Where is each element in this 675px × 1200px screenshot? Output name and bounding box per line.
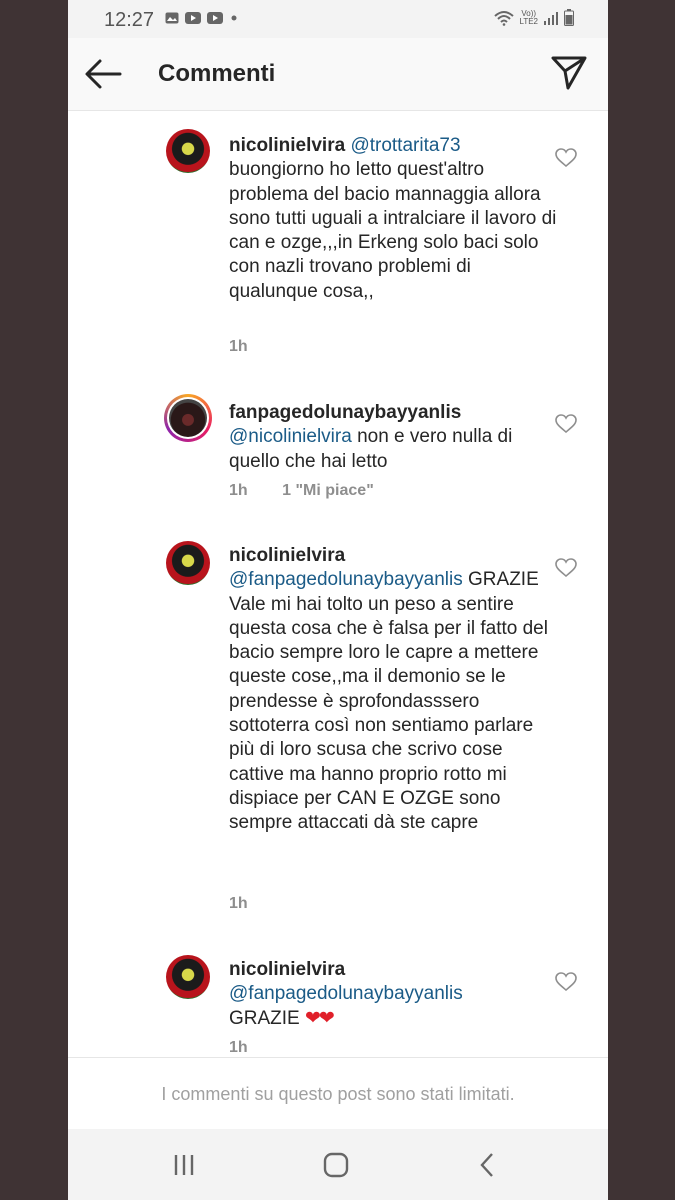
comment-mention[interactable]: @fanpagedolunaybayyanlis [229, 983, 463, 1004]
like-heart-icon[interactable] [555, 558, 577, 578]
avatar[interactable] [164, 394, 212, 442]
lte-label: LTE2 [519, 16, 538, 26]
comment-likes-count[interactable]: 1 "Mi piace" [282, 482, 374, 499]
red-hearts-emoji: ❤❤ [305, 1007, 335, 1029]
comment-text: nicolinielvira @fanpagedolunaybayyanlis … [229, 544, 559, 836]
like-heart-icon[interactable] [555, 148, 577, 168]
comment-time: 1h [229, 338, 248, 355]
comments-header: Commenti [68, 38, 608, 111]
comment-mention[interactable]: @trottarita73 [350, 135, 460, 156]
comments-limited-notice: I commenti su questo post sono stati lim… [68, 1057, 608, 1130]
comment-username[interactable]: fanpagedolunaybayyanlis [229, 402, 461, 423]
comment-meta: 1h [229, 338, 248, 356]
comment-text: fanpagedolunaybayyanlis @nicolinielvira … [229, 401, 559, 474]
comment-time: 1h [229, 482, 248, 499]
dot-icon [231, 15, 237, 21]
comment-mention[interactable]: @fanpagedolunaybayyanlis [229, 569, 463, 590]
recent-apps-button[interactable] [169, 1150, 199, 1180]
avatar[interactable] [166, 955, 210, 999]
comment-meta: 1h 1 "Mi piace" [229, 482, 374, 500]
comment-time: 1h [229, 895, 248, 912]
comment-username[interactable]: nicolinielvira [229, 545, 345, 566]
comment-body: GRAZIE Vale mi hai tolto un peso a senti… [229, 569, 548, 834]
comment-username[interactable]: nicolinielvira [229, 135, 345, 156]
status-time: 12:27 [104, 9, 155, 31]
comment-meta: 1h [229, 1039, 248, 1057]
notification-icons [165, 12, 239, 24]
page-title: Commenti [158, 60, 276, 87]
status-bar: 12:27 Vo)) LTE2 [68, 0, 608, 38]
comment-text: nicolinielvira @trottarita73 buongiorno … [229, 134, 559, 304]
nav-back-button[interactable] [473, 1150, 503, 1180]
share-button[interactable] [550, 54, 588, 92]
youtube-icon [185, 12, 201, 24]
like-heart-icon[interactable] [555, 972, 577, 992]
comment-body: GRAZIE [229, 1007, 300, 1029]
comment-meta: 1h [229, 895, 248, 913]
avatar[interactable] [166, 129, 210, 173]
comments-list[interactable]: nicolinielvira @trottarita73 buongiorno … [68, 110, 608, 1057]
battery-icon [564, 9, 574, 26]
back-button[interactable] [84, 56, 124, 92]
system-nav-bar [68, 1129, 608, 1200]
home-icon [323, 1152, 349, 1178]
comment-mention[interactable]: @nicolinielvira [229, 426, 352, 447]
arrow-left-icon [85, 59, 122, 89]
network-type: Vo)) LTE2 [519, 9, 538, 26]
home-button[interactable] [321, 1150, 351, 1180]
comment-time: 1h [229, 1039, 248, 1056]
like-heart-icon[interactable] [555, 414, 577, 434]
comment-body: buongiorno ho letto quest'altro problema… [229, 159, 557, 302]
system-icons: Vo)) LTE2 [494, 9, 574, 26]
phone-screen: 12:27 Vo)) LTE2 Commenti nicolinielvira … [68, 0, 608, 1200]
comment-username[interactable]: nicolinielvira [229, 959, 345, 980]
comment-text: nicolinielvira @fanpagedolunaybayyanlis … [229, 958, 559, 1031]
gallery-icon [165, 12, 179, 24]
signal-icon [544, 11, 558, 25]
back-icon [480, 1153, 493, 1177]
recent-apps-icon [174, 1155, 194, 1175]
paper-plane-icon [551, 56, 587, 90]
wifi-icon [494, 10, 515, 26]
avatar[interactable] [166, 541, 210, 585]
youtube-icon [207, 12, 223, 24]
